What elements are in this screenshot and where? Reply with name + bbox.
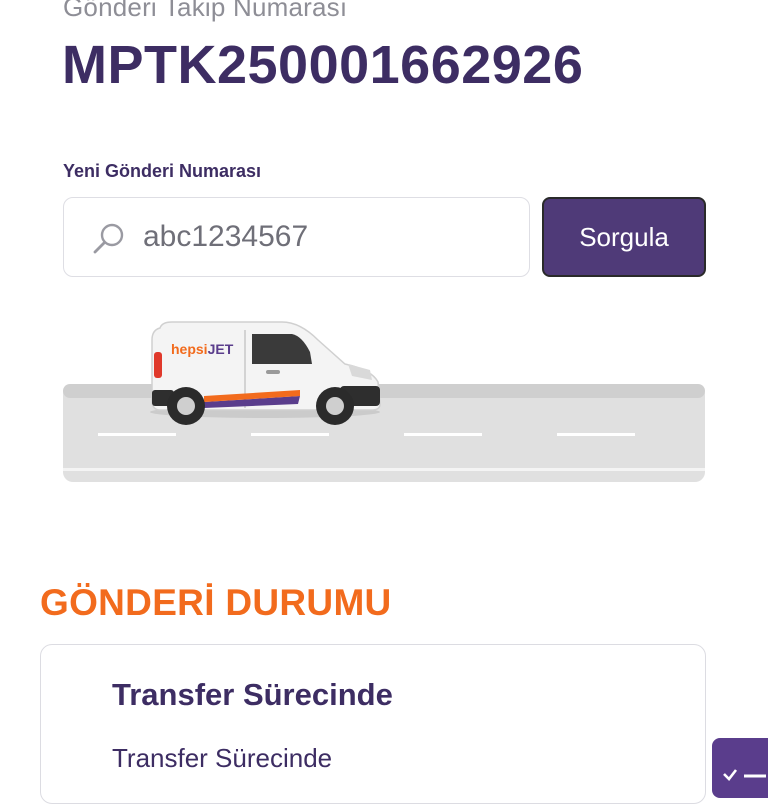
search-field[interactable] bbox=[63, 197, 530, 277]
van-logo: hepsiJET bbox=[171, 341, 234, 357]
tracking-label: Gönderi Takip Numarası bbox=[63, 0, 348, 22]
status-card: Transfer Sürecinde Transfer Sürecinde bbox=[40, 644, 706, 804]
delivery-van: hepsiJET bbox=[150, 321, 381, 425]
query-button[interactable]: Sorgula bbox=[542, 197, 706, 277]
status-subtitle: Transfer Sürecinde bbox=[112, 743, 333, 773]
floating-action-button[interactable] bbox=[712, 738, 768, 798]
status-title: Transfer Sürecinde bbox=[112, 677, 393, 712]
delivery-illustration: hepsiJET bbox=[0, 300, 768, 500]
section-title: GÖNDERİ DURUMU bbox=[40, 582, 392, 623]
search-icon bbox=[92, 222, 126, 256]
new-tracking-label: Yeni Gönderi Numarası bbox=[63, 161, 262, 181]
tracking-number: MPTK250001662926 bbox=[62, 35, 584, 95]
search-input[interactable] bbox=[143, 218, 513, 256]
